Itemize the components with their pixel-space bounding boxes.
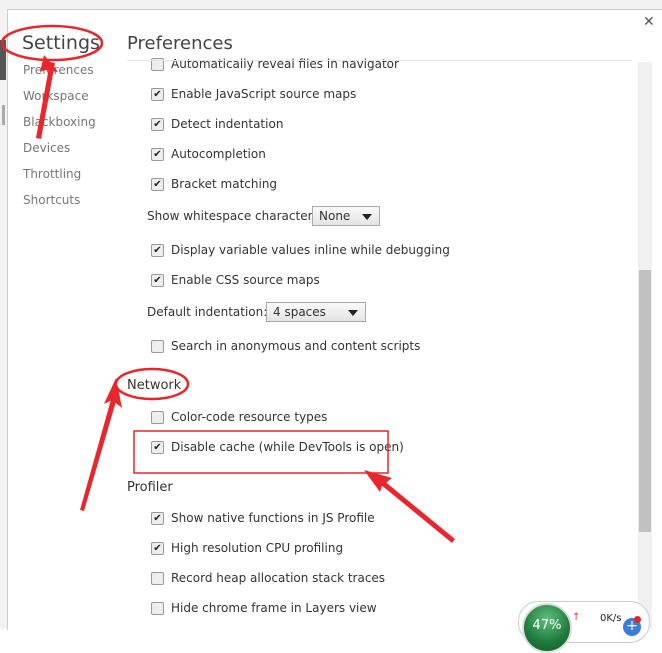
section-network: Network — [127, 378, 182, 393]
checkbox-label: Record heap allocation stack traces — [171, 571, 386, 585]
checkbox-disable-cache[interactable]: ✔ Disable cache (while DevTools is open) — [151, 440, 404, 454]
checkbox[interactable] — [151, 339, 164, 353]
select-value: None — [319, 209, 351, 223]
checkbox-label: Bracket matching — [171, 177, 278, 191]
page-title: Preferences — [127, 33, 233, 54]
checkbox-js-source-maps[interactable]: ✔ Enable JavaScript source maps — [151, 87, 356, 101]
close-icon[interactable]: ✕ — [643, 14, 655, 30]
checkbox-label: Detect indentation — [171, 117, 284, 131]
sidebar-item-preferences[interactable]: Preferences — [23, 63, 94, 77]
sidebar-item-workspace[interactable]: Workspace — [23, 89, 89, 103]
sidebar-item-shortcuts[interactable]: Shortcuts — [23, 193, 80, 207]
checkbox-heap-allocation[interactable]: Record heap allocation stack traces — [151, 571, 385, 585]
checkbox[interactable] — [151, 410, 164, 424]
checkbox-label: Disable cache (while DevTools is open) — [171, 440, 404, 454]
memory-percent-ball[interactable]: 47% — [522, 603, 572, 653]
checkbox[interactable]: ✔ — [151, 511, 164, 525]
checkbox-label: Display variable values inline while deb… — [171, 243, 450, 257]
checkbox[interactable]: ✔ — [151, 177, 164, 191]
sidebar-title: Settings — [22, 32, 100, 54]
dropdown-arrow-icon — [348, 310, 358, 316]
window-edge — [0, 40, 6, 80]
checkbox[interactable]: ✔ — [151, 87, 164, 101]
checkbox-label: Search in anonymous and content scripts — [171, 339, 421, 353]
checkbox[interactable]: ✔ — [151, 117, 164, 131]
checkbox-bracket-matching[interactable]: ✔ Bracket matching — [151, 177, 277, 191]
notification-dot — [634, 616, 641, 623]
checkbox-css-source-maps[interactable]: ✔ Enable CSS source maps — [151, 273, 320, 287]
checkbox-label: Hide chrome frame in Layers view — [171, 601, 377, 615]
scrollbar-thumb[interactable] — [639, 270, 651, 532]
checkbox-native-functions[interactable]: ✔ Show native functions in JS Profile — [151, 511, 375, 525]
dropdown-arrow-icon — [362, 214, 372, 220]
scrollbar[interactable] — [638, 62, 652, 629]
checkbox[interactable]: ✔ — [151, 147, 164, 161]
window-edge-2 — [2, 105, 5, 125]
checkbox-detect-indentation[interactable]: ✔ Detect indentation — [151, 117, 283, 131]
header-divider — [127, 60, 632, 61]
checkbox[interactable] — [151, 571, 164, 585]
checkbox-inline-values[interactable]: ✔ Display variable values inline while de… — [151, 243, 450, 257]
checkbox-label: Show native functions in JS Profile — [171, 511, 375, 525]
checkbox[interactable]: ✔ — [151, 541, 164, 555]
checkbox[interactable] — [151, 601, 164, 615]
indentation-select[interactable]: 4 spaces — [266, 302, 366, 322]
section-profiler: Profiler — [127, 480, 173, 495]
checkbox-label: Enable CSS source maps — [171, 273, 320, 287]
upload-arrow-icon: ↑ — [572, 612, 581, 623]
checkbox[interactable]: ✔ — [151, 440, 164, 454]
checkbox-autocompletion[interactable]: ✔ Autocompletion — [151, 147, 266, 161]
select-value: 4 spaces — [273, 305, 326, 319]
checkbox-label: Enable JavaScript source maps — [171, 87, 357, 101]
checkbox-label: High resolution CPU profiling — [171, 541, 344, 555]
checkbox-color-code[interactable]: Color-code resource types — [151, 410, 327, 424]
checkbox-label: Color-code resource types — [171, 410, 328, 424]
checkbox[interactable]: ✔ — [151, 273, 164, 287]
checkbox-high-res-profiling[interactable]: ✔ High resolution CPU profiling — [151, 541, 343, 555]
network-speed: 0K/s — [600, 613, 622, 624]
whitespace-select[interactable]: None — [312, 206, 380, 226]
sidebar-item-throttling[interactable]: Throttling — [23, 167, 81, 181]
whitespace-label: Show whitespace characters: — [147, 209, 323, 223]
sidebar-item-blackboxing[interactable]: Blackboxing — [23, 115, 96, 129]
checkbox-label: Autocompletion — [171, 147, 266, 161]
checkbox-search-anonymous[interactable]: Search in anonymous and content scripts — [151, 339, 420, 353]
sidebar-item-devices[interactable]: Devices — [23, 141, 70, 155]
checkbox[interactable]: ✔ — [151, 243, 164, 257]
checkbox-hide-chrome-frame[interactable]: Hide chrome frame in Layers view — [151, 601, 377, 615]
indentation-label: Default indentation: — [147, 305, 268, 319]
